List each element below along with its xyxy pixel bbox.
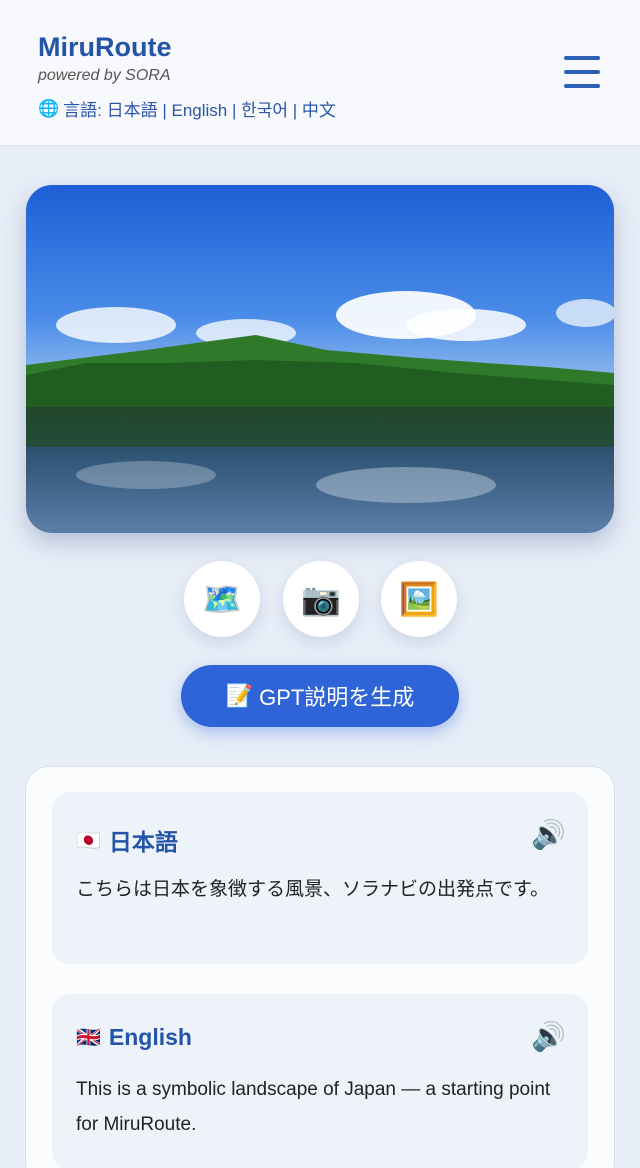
description-card-japanese: 🇯🇵 日本語 🔊 こちらは日本を象徴する風景、ソラナビの出発点です。 — [52, 792, 588, 964]
map-icon: 🗺️ — [202, 581, 242, 617]
menu-button[interactable] — [564, 56, 602, 90]
hamburger-icon-bar — [564, 84, 600, 88]
gpt-button-label: GPT説明を生成 — [259, 685, 415, 710]
memo-icon: 📝 — [225, 683, 254, 708]
language-selector[interactable]: 🌐 言語: 日本語 | English | 한국어 | 中文 — [38, 96, 336, 121]
card-title: 🇯🇵 日本語 — [76, 823, 178, 857]
description-card-english: 🇬🇧 English 🔊 This is a symbolic landscap… — [52, 994, 588, 1168]
gallery-button[interactable]: 🖼️ — [381, 561, 457, 637]
speaker-icon[interactable]: 🔊 — [531, 1020, 566, 1053]
picture-icon: 🖼️ — [399, 581, 439, 617]
map-button[interactable]: 🗺️ — [184, 561, 260, 637]
uk-flag-icon: 🇬🇧 — [76, 1027, 101, 1049]
app-brand[interactable]: MiruRoute — [38, 32, 171, 63]
app-header: MiruRoute powered by SORA 🌐 言語: 日本語 | En… — [0, 0, 640, 146]
language-options[interactable]: 言語: 日本語 | English | 한국어 | 中文 — [63, 96, 336, 121]
hero-landscape-image — [26, 185, 614, 533]
powered-by-text: powered by SORA — [38, 67, 171, 84]
speaker-icon[interactable]: 🔊 — [531, 818, 566, 851]
hamburger-icon-bar — [564, 56, 600, 60]
card-title: 🇬🇧 English — [76, 1024, 192, 1051]
globe-icon: 🌐 — [38, 98, 60, 118]
card-description-text: こちらは日本を象徴する風景、ソラナビの出発点です。 — [76, 879, 550, 900]
camera-button[interactable]: 📷 — [283, 561, 359, 637]
japan-flag-icon: 🇯🇵 — [76, 829, 101, 852]
card-description-text: This is a symbolic landscape of Japan — … — [76, 1079, 551, 1135]
generate-gpt-description-button[interactable]: 📝 GPT説明を生成 — [181, 665, 459, 727]
card-language-label: English — [108, 1024, 192, 1050]
card-language-label: 日本語 — [108, 829, 178, 855]
camera-icon: 📷 — [301, 581, 341, 617]
hamburger-icon-bar — [564, 70, 600, 74]
